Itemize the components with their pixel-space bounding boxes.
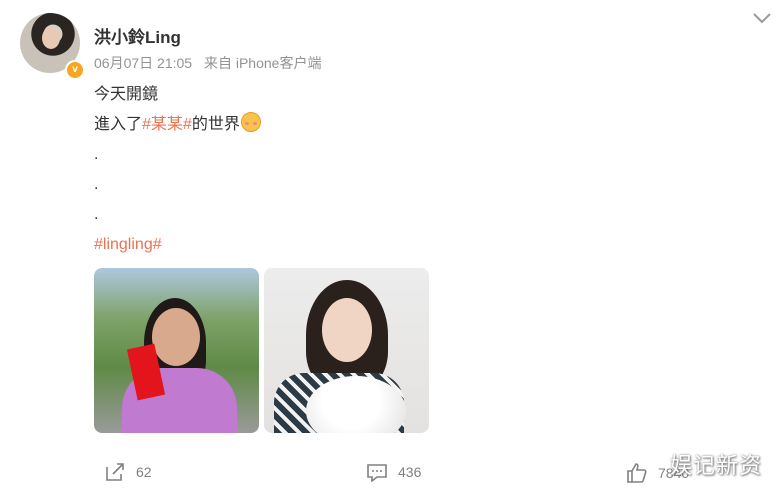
post-image-1[interactable] [94,268,259,433]
comment-icon [367,464,387,482]
topic-tag-link[interactable]: #某某# [142,116,192,133]
post-meta: 06月07日 21:05 来自 iPhone客户端 [94,53,321,73]
content-text: 的世界 [191,116,240,133]
smiling-face-with-hearts-icon [240,112,261,132]
verified-badge-icon: v [65,60,85,80]
chevron-down-icon[interactable] [750,8,774,28]
content-dot: . [94,146,99,163]
watermark: 娱记新资 [670,453,763,478]
post-image-2[interactable] [264,268,429,433]
content-line-2: 進入了#某某#的世界 [94,110,261,140]
content-dot: . [94,176,99,193]
comment-button[interactable]: 436 [366,462,421,482]
image-figure-face [322,298,372,362]
comment-count: 436 [398,464,422,480]
content-text: 進入了 [94,116,143,133]
thumbs-up-icon [627,463,647,483]
content-line-1: 今天開鏡 [94,86,159,103]
share-button[interactable]: 62 [104,462,152,482]
post-content: 今天開鏡 進入了#某某#的世界 . . . #lingling# [94,80,261,260]
post-source: 来自 iPhone客户端 [203,55,322,71]
share-icon [106,463,124,481]
share-count: 62 [136,464,152,480]
content-dot: . [94,206,99,223]
username[interactable]: 洪小鈴Ling [94,23,181,48]
hashtag-link[interactable]: #lingling# [94,230,261,260]
image-figure-face [152,308,200,366]
post-date[interactable]: 06月07日 21:05 [94,55,192,71]
